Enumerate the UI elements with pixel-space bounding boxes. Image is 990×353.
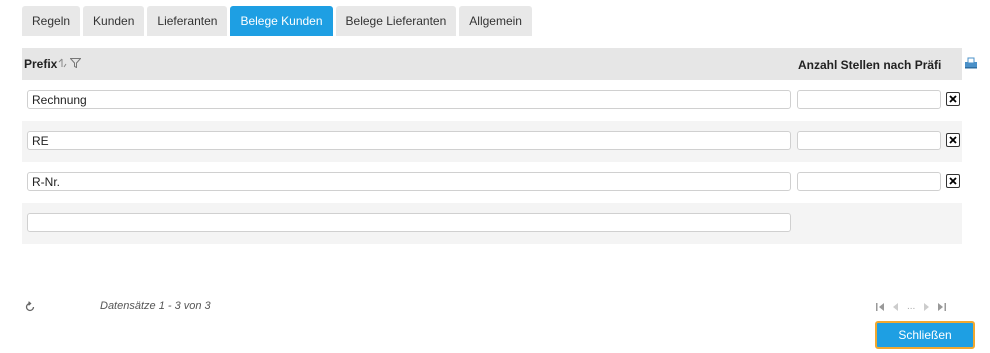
prefix-input[interactable] [27,131,791,150]
table-row [22,121,962,162]
tab-belege-lieferanten[interactable]: Belege Lieferanten [335,6,457,36]
page-ellipsis: ... [907,301,916,312]
table-row [22,80,962,121]
prefix-input[interactable] [27,172,791,191]
close-button[interactable]: Schließen [875,321,975,349]
tab-belege-kunden[interactable]: Belege Kunden [230,6,333,36]
new-row [22,203,962,244]
tab-allgemein[interactable]: Allgemein [459,6,532,36]
column-header-prefix-label: Prefix [24,57,58,71]
tab-lieferanten[interactable]: Lieferanten [147,6,228,36]
tab-regeln[interactable]: Regeln [22,6,81,36]
anzahl-input[interactable] [797,90,941,109]
filter-icon[interactable] [69,57,82,71]
sort-icon[interactable] [58,57,67,71]
table-row [22,162,962,203]
anzahl-input[interactable] [797,131,941,150]
anzahl-input[interactable] [797,172,941,191]
grid-header: Prefix Anzahl Stellen nach Präfi [22,48,977,80]
delete-row-button[interactable] [946,133,960,147]
last-page-icon[interactable] [937,302,947,311]
pager: ... [876,301,947,312]
refresh-icon[interactable] [24,300,36,312]
delete-x-icon [949,131,957,149]
next-page-icon[interactable] [923,302,930,311]
tab-bar: Regeln Kunden Lieferanten Belege Kunden … [22,6,532,36]
delete-x-icon [949,172,957,190]
column-header-anzahl[interactable]: Anzahl Stellen nach Präfi [798,58,941,72]
first-page-icon[interactable] [876,302,885,311]
prev-page-icon[interactable] [893,302,899,311]
new-prefix-input[interactable] [27,213,791,232]
prefix-input[interactable] [27,90,791,109]
delete-row-button[interactable] [946,92,960,106]
records-info: Datensätze 1 - 3 von 3 [100,300,211,312]
delete-x-icon [949,90,957,108]
delete-row-button[interactable] [946,174,960,188]
prefix-grid: Prefix Anzahl Stellen nach Präfi [22,48,977,244]
tab-kunden[interactable]: Kunden [83,6,145,36]
export-icon[interactable] [964,56,978,70]
column-header-prefix[interactable]: Prefix [24,57,82,71]
